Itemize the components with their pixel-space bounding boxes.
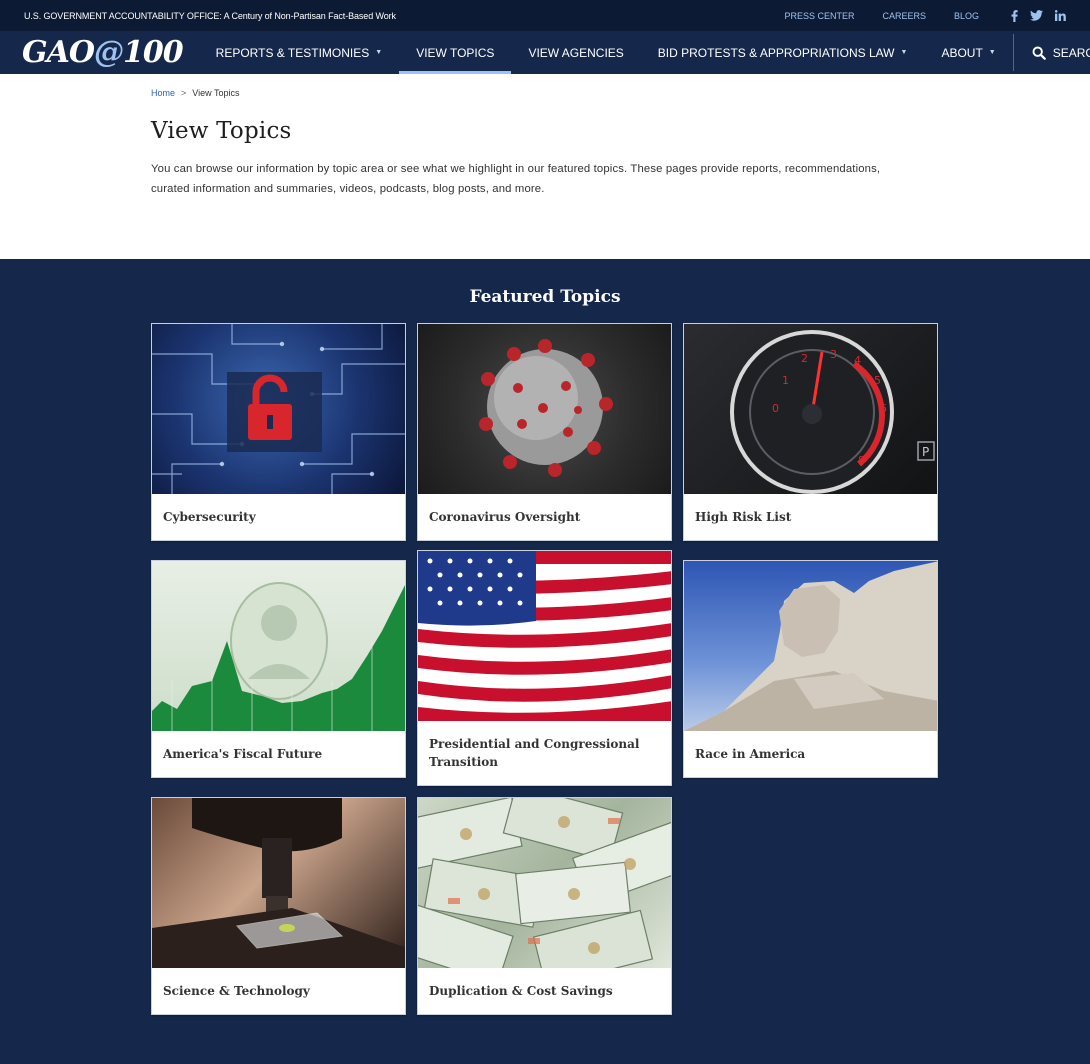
- topic-card-coronavirus[interactable]: Coronavirus Oversight: [417, 323, 672, 541]
- search-icon: [1032, 46, 1046, 60]
- nav-menu: REPORTS & TESTIMONIES ▼ VIEW TOPICS VIEW …: [183, 31, 1090, 74]
- topic-card-science-technology[interactable]: Science & Technology: [151, 797, 406, 1015]
- main-navigation: GAO@100 REPORTS & TESTIMONIES ▼ VIEW TOPI…: [0, 31, 1090, 74]
- caret-down-icon: ▼: [988, 49, 996, 56]
- coronavirus-image: [418, 324, 671, 494]
- facebook-icon[interactable]: [1011, 9, 1018, 22]
- gao-logo[interactable]: GAO@100: [22, 35, 184, 70]
- intro-section: Home > View Topics View Topics You can b…: [0, 74, 1090, 259]
- utility-bar: U.S. GOVERNMENT ACCOUNTABILITY OFFICE: A…: [0, 0, 1090, 31]
- twitter-icon[interactable]: [1030, 10, 1043, 21]
- topic-card-duplication-cost-savings[interactable]: Duplication & Cost Savings: [417, 797, 672, 1015]
- topic-card-label: Cybersecurity: [163, 510, 256, 524]
- gauge-glyph: 8: [858, 454, 865, 467]
- gauge-glyph: 3: [830, 348, 837, 361]
- logo-text: GAO: [22, 35, 95, 70]
- race-in-america-image: [684, 561, 937, 731]
- nav-view-agencies[interactable]: VIEW AGENCIES: [511, 31, 640, 74]
- intro-text: You can browse our information by topic …: [151, 163, 881, 195]
- search-label: SEARCH: [1052, 45, 1090, 60]
- nav-view-topics-label: VIEW TOPICS: [416, 45, 495, 60]
- blog-link[interactable]: BLOG: [954, 11, 979, 21]
- search-button[interactable]: SEARCH: [1014, 46, 1090, 60]
- caret-down-icon: ▼: [375, 49, 383, 56]
- nav-reports-label: REPORTS & TESTIMONIES: [215, 45, 370, 60]
- featured-topics-section: Featured Topics Cybersecurity Coronaviru…: [0, 259, 1090, 1064]
- topic-card-high-risk-list[interactable]: 0 1 2 3 4 5 6 7 8 P High Risk List: [683, 323, 938, 541]
- gauge-glyph: 7: [876, 430, 883, 443]
- linkedin-icon[interactable]: [1055, 10, 1066, 21]
- gauge-glyph: 5: [874, 374, 881, 387]
- topic-card-label: Coronavirus Oversight: [429, 510, 581, 524]
- breadcrumb: Home > View Topics: [151, 88, 1090, 98]
- nav-reports-testimonies[interactable]: REPORTS & TESTIMONIES ▼: [199, 31, 400, 74]
- utility-links: PRESS CENTER CAREERS BLOG: [756, 9, 1066, 22]
- breadcrumb-separator: >: [181, 88, 187, 98]
- nav-bid-protests-label: BID PROTESTS & APPROPRIATIONS LAW: [657, 45, 895, 60]
- topic-card-transition[interactable]: Presidential and Congressional Transitio…: [417, 550, 672, 786]
- fiscal-future-image: [152, 561, 405, 731]
- logo-at: @: [94, 35, 124, 70]
- duplication-image: [418, 798, 671, 968]
- topic-card-label: Duplication & Cost Savings: [429, 984, 613, 998]
- page-title: View Topics: [151, 118, 292, 144]
- transition-image: [418, 551, 671, 721]
- gauge-glyph: 1: [782, 374, 789, 387]
- nav-bid-protests[interactable]: BID PROTESTS & APPROPRIATIONS LAW ▼: [641, 31, 925, 74]
- topic-card-label: Science & Technology: [163, 984, 310, 998]
- social-links: [999, 9, 1066, 22]
- topic-card-fiscal-future[interactable]: America's Fiscal Future: [151, 560, 406, 778]
- caret-down-icon: ▼: [900, 49, 908, 56]
- nav-view-agencies-label: VIEW AGENCIES: [528, 45, 624, 60]
- topic-card-cybersecurity[interactable]: Cybersecurity: [151, 323, 406, 541]
- topic-card-label: High Risk List: [695, 510, 792, 524]
- nav-about[interactable]: ABOUT ▼: [924, 31, 1012, 74]
- topic-card-label: Presidential and Congressional Transitio…: [429, 737, 640, 769]
- gauge-glyph: 4: [854, 354, 861, 367]
- nav-about-label: ABOUT: [941, 45, 983, 60]
- topic-card-race-in-america[interactable]: Race in America: [683, 560, 938, 778]
- breadcrumb-home[interactable]: Home: [151, 88, 175, 98]
- gauge-glyph: 0: [772, 402, 779, 415]
- breadcrumb-current: View Topics: [192, 88, 240, 98]
- gauge-glyph: P: [922, 445, 929, 459]
- science-technology-image: [152, 798, 405, 968]
- site-tagline: U.S. GOVERNMENT ACCOUNTABILITY OFFICE: A…: [24, 10, 396, 21]
- logo-number: 100: [123, 35, 184, 70]
- press-center-link[interactable]: PRESS CENTER: [784, 11, 854, 21]
- cybersecurity-image: [152, 324, 405, 494]
- featured-topics-title: Featured Topics: [469, 287, 621, 307]
- gauge-glyph: 2: [801, 352, 808, 365]
- high-risk-image: 0 1 2 3 4 5 6 7 8 P: [684, 324, 937, 494]
- topic-card-label: Race in America: [695, 747, 806, 761]
- gauge-glyph: 6: [880, 402, 887, 415]
- nav-view-topics[interactable]: VIEW TOPICS: [399, 31, 512, 74]
- careers-link[interactable]: CAREERS: [882, 11, 926, 21]
- topic-card-label: America's Fiscal Future: [163, 747, 323, 761]
